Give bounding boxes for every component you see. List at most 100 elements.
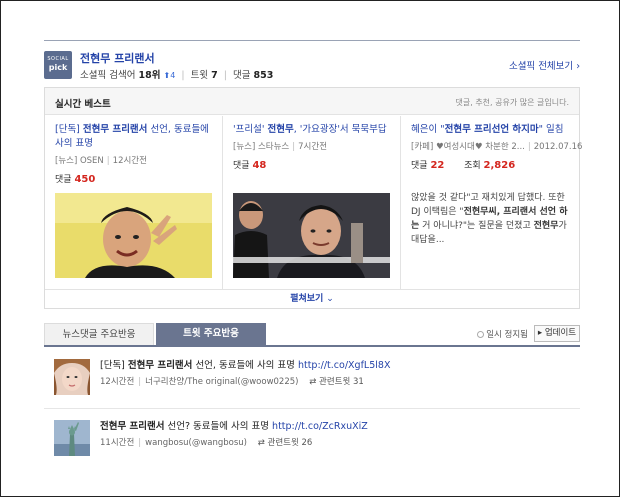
expand-label: 펼쳐보기 — [290, 294, 324, 304]
play-icon: ▸ — [537, 328, 545, 338]
separator: | — [138, 438, 142, 448]
keyword-title[interactable]: 전현무 프리랜서 — [80, 50, 155, 66]
pause-label: 일시 정지됨 — [486, 330, 528, 340]
tweet-item: 전현무 프리랜서 선언? 동료들에 사의 표명 http://t.co/ZcRx… — [44, 410, 580, 470]
chevron-right-icon: › — [576, 61, 580, 72]
best-item: 혜은이 "전현무 프리선언 하지마" 일침 [카페] ♥여성시대♥ 차분한 2.… — [401, 116, 582, 289]
tweet-meta: 11시간전 | wangbosu(@wangbosu) ⇄ 관련트윗 26 — [100, 436, 312, 448]
excerpt-keyword: 전현무 — [533, 221, 559, 231]
separator: | — [138, 377, 142, 387]
comment-count: 22 — [430, 160, 445, 171]
best-item: [단독] 전현무 프리랜서 선언, 동료들에 사의 표명 [뉴스] OSEN | 1… — [45, 116, 223, 289]
retweet-icon: ⇄ — [309, 377, 320, 387]
update-button[interactable]: ▸ 업데이트 — [534, 325, 580, 342]
source-time: 7시간전 — [298, 142, 328, 152]
best-item-count: 댓글 22 조회 2,826 — [411, 158, 515, 171]
tweet-keyword: 전현무 프리랜서 — [127, 360, 193, 371]
retweet-icon: ⇄ — [257, 438, 268, 448]
update-label: 업데이트 — [544, 328, 577, 338]
best-item-title[interactable]: '프리설' 전현무, '가요광장'서 묵묵부답 — [233, 123, 393, 137]
keyword-stats: 소셜픽 검색어 18위 ⬆4 | 트윗 7 | 댓글 853 — [80, 67, 273, 81]
tweet-user[interactable]: 너구리찬양/The original(@woow0225) — [145, 377, 298, 387]
comment-count: 450 — [74, 174, 96, 185]
title-prefix: '프리설' — [233, 124, 268, 135]
separator: | — [106, 156, 110, 166]
reaction-tabs: 뉴스댓글 주요반응 트윗 주요반응 일시 정지됨 ▸ 업데이트 — [44, 323, 580, 347]
comment-label: 댓글 — [411, 161, 428, 171]
tweet-prefix: [단독] — [100, 360, 128, 371]
pause-icon — [477, 331, 485, 338]
source-name: [뉴스] OSEN — [55, 156, 104, 166]
title-keyword: 전현무 프리선언 하지마 — [444, 124, 539, 135]
related-tweets-link[interactable]: ⇄ 관련트윗 26 — [258, 438, 313, 448]
realtime-best-panel: 실시간 베스트 댓글, 추천, 공유가 많은 글입니다. [단독] 전현무 프리… — [44, 87, 582, 309]
source-time: 12시간전 — [112, 156, 147, 166]
tweet-time: 12시간전 — [100, 377, 135, 387]
stat-label: 소셜픽 검색어 — [80, 70, 136, 81]
best-header: 실시간 베스트 댓글, 추천, 공유가 많은 글입니다. — [45, 88, 579, 115]
view-all-link[interactable]: 소셜픽 전체보기 › — [509, 58, 580, 72]
tweet-meta: 12시간전 | 너구리찬양/The original(@woow0225) ⇄ 관련… — [100, 375, 364, 387]
related-tweets-link[interactable]: ⇄ 관련트윗 31 — [309, 377, 364, 387]
comment-label: 댓글 — [232, 70, 251, 81]
social-pick-header: SOCIAL pick 전현무 프리랜서 소셜픽 검색어 18위 ⬆4 | 트윗… — [44, 40, 580, 84]
best-item-title[interactable]: 혜은이 "전현무 프리선언 하지마" 일침 — [411, 123, 571, 137]
pause-toggle[interactable]: 일시 정지됨 — [477, 328, 528, 340]
social-pick-logo[interactable]: SOCIAL pick — [44, 51, 72, 79]
tweet-text: [단독] 전현무 프리랜서 선언, 동료들에 사의 표명 http://t.co… — [100, 357, 390, 371]
comment-count: 853 — [253, 70, 274, 81]
best-item-count: 댓글 450 — [55, 172, 95, 185]
related-label: 관련트윗 — [319, 377, 351, 387]
tweet-item: [단독] 전현무 프리랜서 선언, 동료들에 사의 표명 http://t.co… — [44, 349, 580, 409]
rank-value: 18위 — [138, 70, 161, 81]
best-item-excerpt[interactable]: 않았을 것 같다"고 재치있게 답했다. 또한 DJ 이택림은 "전현무씨, 프… — [411, 191, 571, 247]
avatar[interactable] — [54, 420, 90, 456]
tab-news-comments[interactable]: 뉴스댓글 주요반응 — [44, 323, 154, 345]
tweet-user[interactable]: wangbosu(@wangbosu) — [145, 438, 247, 448]
source-time: 2012.07.16 — [533, 142, 583, 152]
best-item-title[interactable]: [단독] 전현무 프리랜서 선언, 동료들에 사의 표명 — [55, 123, 215, 151]
separator: | — [292, 142, 296, 152]
separator: | — [181, 70, 185, 81]
chevron-down-icon: ⌄ — [326, 294, 334, 304]
tab-tweets[interactable]: 트윗 주요반응 — [156, 323, 266, 345]
logo-line1: SOCIAL — [47, 56, 69, 62]
avatar[interactable] — [54, 359, 90, 395]
best-item: '프리설' 전현무, '가요광장'서 묵묵부답 [뉴스] 스타뉴스 | 7시간전 댓… — [223, 116, 401, 289]
view-count: 2,826 — [483, 160, 516, 171]
tweet-keyword: 전현무 프리랜서 — [100, 421, 165, 432]
source-name: [카페] ♥여성시대♥ 차분한 2... — [411, 142, 525, 152]
title-prefix: 혜은이 " — [411, 124, 445, 135]
related-count: 31 — [353, 377, 364, 387]
expand-button[interactable]: 펼쳐보기 ⌄ — [45, 289, 579, 309]
tweet-text: 전현무 프리랜서 선언? 동료들에 사의 표명 http://t.co/ZcRx… — [100, 418, 368, 432]
title-keyword: 전현무 프리랜서 — [82, 124, 148, 135]
best-item-source: [뉴스] OSEN | 12시간전 — [55, 154, 147, 166]
best-item-source: [뉴스] 스타뉴스 | 7시간전 — [233, 140, 327, 152]
tweet-time: 11시간전 — [100, 438, 135, 448]
news-thumbnail[interactable] — [233, 193, 390, 278]
rank-change: 4 — [170, 71, 176, 80]
view-label: 조회 — [464, 161, 481, 171]
title-prefix: [단독] — [55, 124, 83, 135]
tweet-body: 선언? 동료들에 사의 표명 — [164, 421, 273, 432]
tweet-body: 선언, 동료들에 사의 표명 — [192, 360, 298, 371]
related-label: 관련트윗 — [267, 438, 299, 448]
excerpt-part: 거 아니냐?"는 질문을 던졌고 — [419, 221, 534, 231]
logo-line2: pick — [48, 63, 68, 72]
tweet-count: 7 — [211, 70, 218, 81]
title-keyword: 전현무 — [267, 124, 294, 135]
best-item-source: [카페] ♥여성시대♥ 차분한 2... | 2012.07.16 — [411, 140, 582, 152]
tweet-label: 트윗 — [190, 70, 209, 81]
comment-label: 댓글 — [233, 161, 250, 171]
comment-label: 댓글 — [55, 175, 72, 185]
view-all-label: 소셜픽 전체보기 — [508, 61, 574, 72]
title-suffix: " 일침 — [538, 124, 564, 135]
best-item-count: 댓글 48 — [233, 158, 266, 171]
comment-count: 48 — [252, 160, 267, 171]
tweet-link[interactable]: http://t.co/ZcRxuXiZ — [272, 421, 368, 432]
source-name: [뉴스] 스타뉴스 — [233, 142, 290, 152]
tweet-link[interactable]: http://t.co/XgfL5l8X — [298, 360, 391, 371]
separator: | — [223, 70, 227, 81]
news-thumbnail[interactable] — [55, 193, 212, 278]
